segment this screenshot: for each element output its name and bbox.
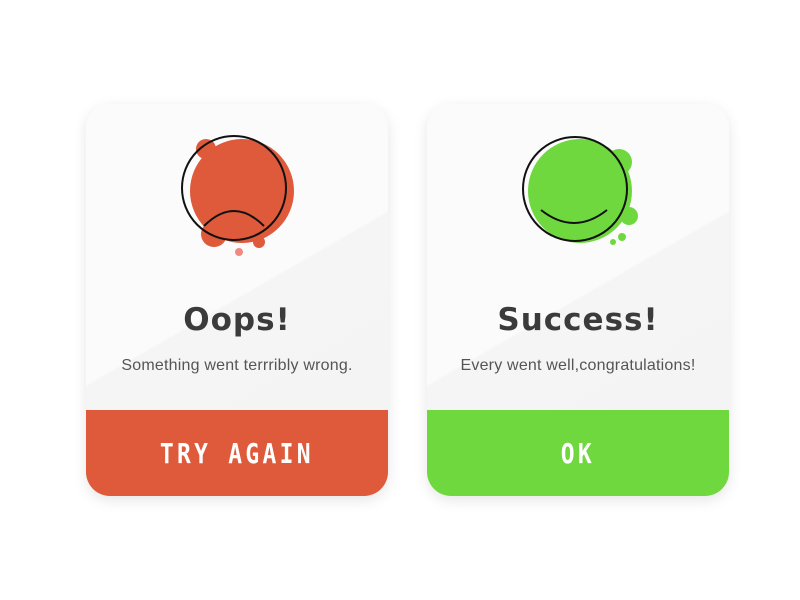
- error-title: Oops!: [183, 302, 291, 338]
- ok-button[interactable]: OK: [427, 410, 729, 496]
- success-title: Success!: [497, 302, 659, 338]
- try-again-button[interactable]: TRY AGAIN: [86, 410, 388, 496]
- success-message: Every went well,congratulations!: [460, 357, 696, 374]
- success-card: Success! Every went well,congratulations…: [427, 104, 729, 496]
- error-message: Something went terrribly wrong.: [121, 357, 353, 374]
- sad-face-icon: [181, 135, 294, 256]
- happy-face-icon: [522, 136, 638, 245]
- try-again-label: TRY AGAIN: [160, 436, 314, 470]
- ok-label: OK: [560, 436, 596, 470]
- error-card: Oops! Something went terrribly wrong. TR…: [86, 104, 388, 496]
